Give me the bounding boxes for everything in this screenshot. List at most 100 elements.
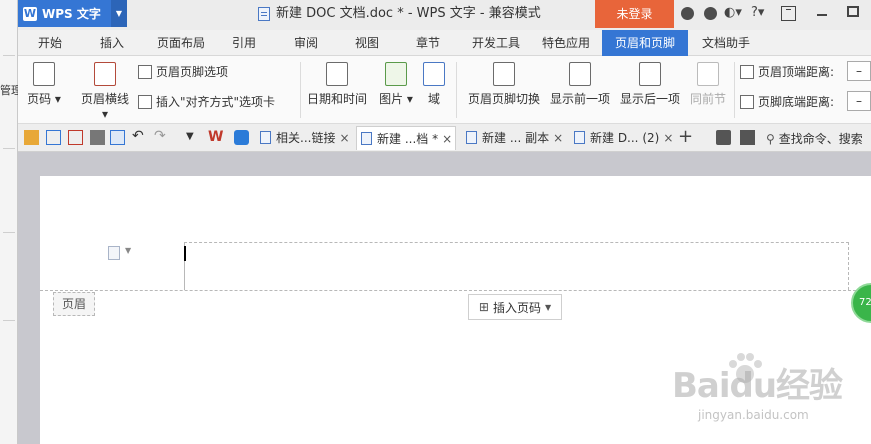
field-label: 域 [427,92,440,106]
tab-developer[interactable]: 开发工具 [464,30,528,56]
date-time-label: 日期和时间 [306,92,367,106]
switch-icon [493,62,515,86]
document-icon [258,7,270,21]
background-window-strip: 管理 [0,0,18,444]
tab-view[interactable]: 视图 [345,30,389,56]
document-tab-label: 相关...链接 [276,131,336,145]
document-icon [260,131,271,144]
strip-divider [3,148,15,149]
skin-icon[interactable] [681,7,694,20]
tab-header-footer[interactable]: 页眉和页脚 [602,30,688,56]
date-time-button[interactable]: 日期和时间 [306,62,368,107]
switch-header-footer-button[interactable]: 页眉页脚切换 [466,62,542,107]
undo-icon[interactable]: ↶ [132,129,147,145]
document-tab[interactable]: 新建 ... 副本 × [462,126,563,150]
document-icon [361,132,372,145]
redo-icon[interactable]: ↷ [154,129,169,145]
switch-header-footer-label: 页眉页脚切换 [467,92,540,106]
ribbon-separator [734,62,735,118]
feedback-icon[interactable] [740,130,755,145]
show-previous-button[interactable]: 显示前一项 [548,62,612,107]
tab-review[interactable]: 审阅 [284,30,328,56]
header-top-distance-label: 页眉顶端距离: [758,65,835,79]
close-tab-icon[interactable]: × [339,131,349,145]
close-tab-icon[interactable]: × [553,131,563,145]
help-button[interactable]: ?▾ [751,5,764,20]
print-preview-icon[interactable] [110,130,125,145]
footer-distance-decrement[interactable]: – [847,91,871,111]
text-cursor [184,246,186,261]
tab-page-layout[interactable]: 页面布局 [148,30,214,56]
insert-align-tab-label: 插入"对齐方式"选项卡 [156,95,276,109]
header-footer-options-label: 页眉页脚选项 [156,65,229,79]
options-icon [138,64,152,79]
header-label: 页眉 [53,292,95,316]
tab-document-assistant[interactable]: 文档助手 [694,30,758,56]
calendar-icon [326,62,348,86]
header-line-label: 页眉横线 [80,92,129,106]
strip-divider [3,320,15,321]
paragraph-dropdown-icon[interactable]: ▼ [125,246,131,255]
header-edit-area[interactable] [184,242,849,290]
document-tab-label: 新建 ...档 * [377,132,439,146]
open-folder-icon[interactable] [24,130,39,145]
document-title-text: 新建 DOC 文档.doc * - WPS 文字 - 兼容模式 [276,6,541,21]
ribbon-separator [456,62,457,118]
customize-toolbar-icon[interactable]: ▼ [186,130,201,145]
document-tab-label: 新建 D... (2) [590,131,660,145]
tab-references[interactable]: 引用 [222,30,266,56]
field-button[interactable]: 域 [422,62,446,107]
insert-page-number-label: 插入页码 [492,300,541,315]
print-icon[interactable] [90,130,105,145]
export-pdf-icon[interactable] [68,130,83,145]
document-tab-active[interactable]: 新建 ...档 * × [356,126,456,150]
save-icon[interactable] [46,130,61,145]
footer-bottom-distance-label: 页脚底端距离: [758,95,835,109]
close-tab-icon[interactable]: × [442,132,452,146]
cloud-menu-icon[interactable]: ◐▾ [724,5,742,20]
tab-home[interactable]: 开始 [26,30,74,56]
baidu-watermark-url: jingyan.baidu.com [698,408,809,422]
background-window-label: 管理 [0,84,18,97]
ribbon-separator [300,62,301,118]
strip-divider [3,232,15,233]
page-number-icon: ⊞ [478,300,489,314]
wps-logo-icon: W [23,6,37,21]
close-tab-icon[interactable]: × [663,131,673,145]
header-footer-options-button[interactable]: 页眉页脚选项 [138,63,228,80]
wps-home-icon[interactable]: W [208,130,223,145]
ribbon-toolbar: 页码 ▾ 页眉横线 ▾ 页眉页脚选项 插入"对齐方式"选项卡 日期和时间 图片 … [18,56,871,124]
maximize-window-icon[interactable] [847,6,859,17]
ribbon-tab-bar: 开始 插入 页面布局 引用 审阅 视图 章节 开发工具 特色应用 页眉和页脚 文… [18,30,871,56]
insert-page-number-button[interactable]: ⊞ 插入页码 ▼ [468,294,562,320]
page-number-label: 页码 [27,92,52,106]
paragraph-layout-icon[interactable] [108,246,120,260]
app-menu-dropdown-icon[interactable]: ▼ [111,0,127,27]
footer-distance-icon [740,94,754,109]
document-tab-label: 新建 ... 副本 [482,131,550,145]
show-next-button[interactable]: 显示后一项 [618,62,682,107]
settings-icon[interactable] [704,7,717,20]
minimize-window-icon[interactable] [817,14,827,16]
insert-align-tab-button[interactable]: 插入"对齐方式"选项卡 [138,93,275,110]
header-boundary-line [40,290,871,291]
tab-chapter[interactable]: 章节 [406,30,450,56]
page-number-button[interactable]: 页码 ▾ [24,62,64,107]
picture-button[interactable]: 图片 ▾ [376,62,416,107]
header-distance-decrement[interactable]: – [847,61,871,81]
restore-window-icon[interactable] [781,6,796,21]
baidu-watermark: Baidu经验 [672,366,843,406]
command-search-box[interactable]: ⚲ 查找命令、搜索 [766,130,863,147]
same-as-previous-button[interactable]: 同前节 [688,62,728,107]
slideshow-icon[interactable] [716,130,731,145]
tab-insert[interactable]: 插入 [88,30,136,56]
document-tab[interactable]: 相关...链接 × [256,126,350,150]
document-tab[interactable]: 新建 D... (2) × [570,126,673,150]
app-menu-button[interactable]: W WPS 文字 ▼ [18,0,127,27]
login-button[interactable]: 未登录 [595,0,674,28]
chevron-down-icon: ▼ [544,302,552,312]
cube-icon[interactable] [234,130,249,145]
header-line-button[interactable]: 页眉横线 ▾ [80,62,130,121]
tab-special-features[interactable]: 特色应用 [534,30,598,56]
new-tab-icon[interactable]: + [678,128,693,146]
